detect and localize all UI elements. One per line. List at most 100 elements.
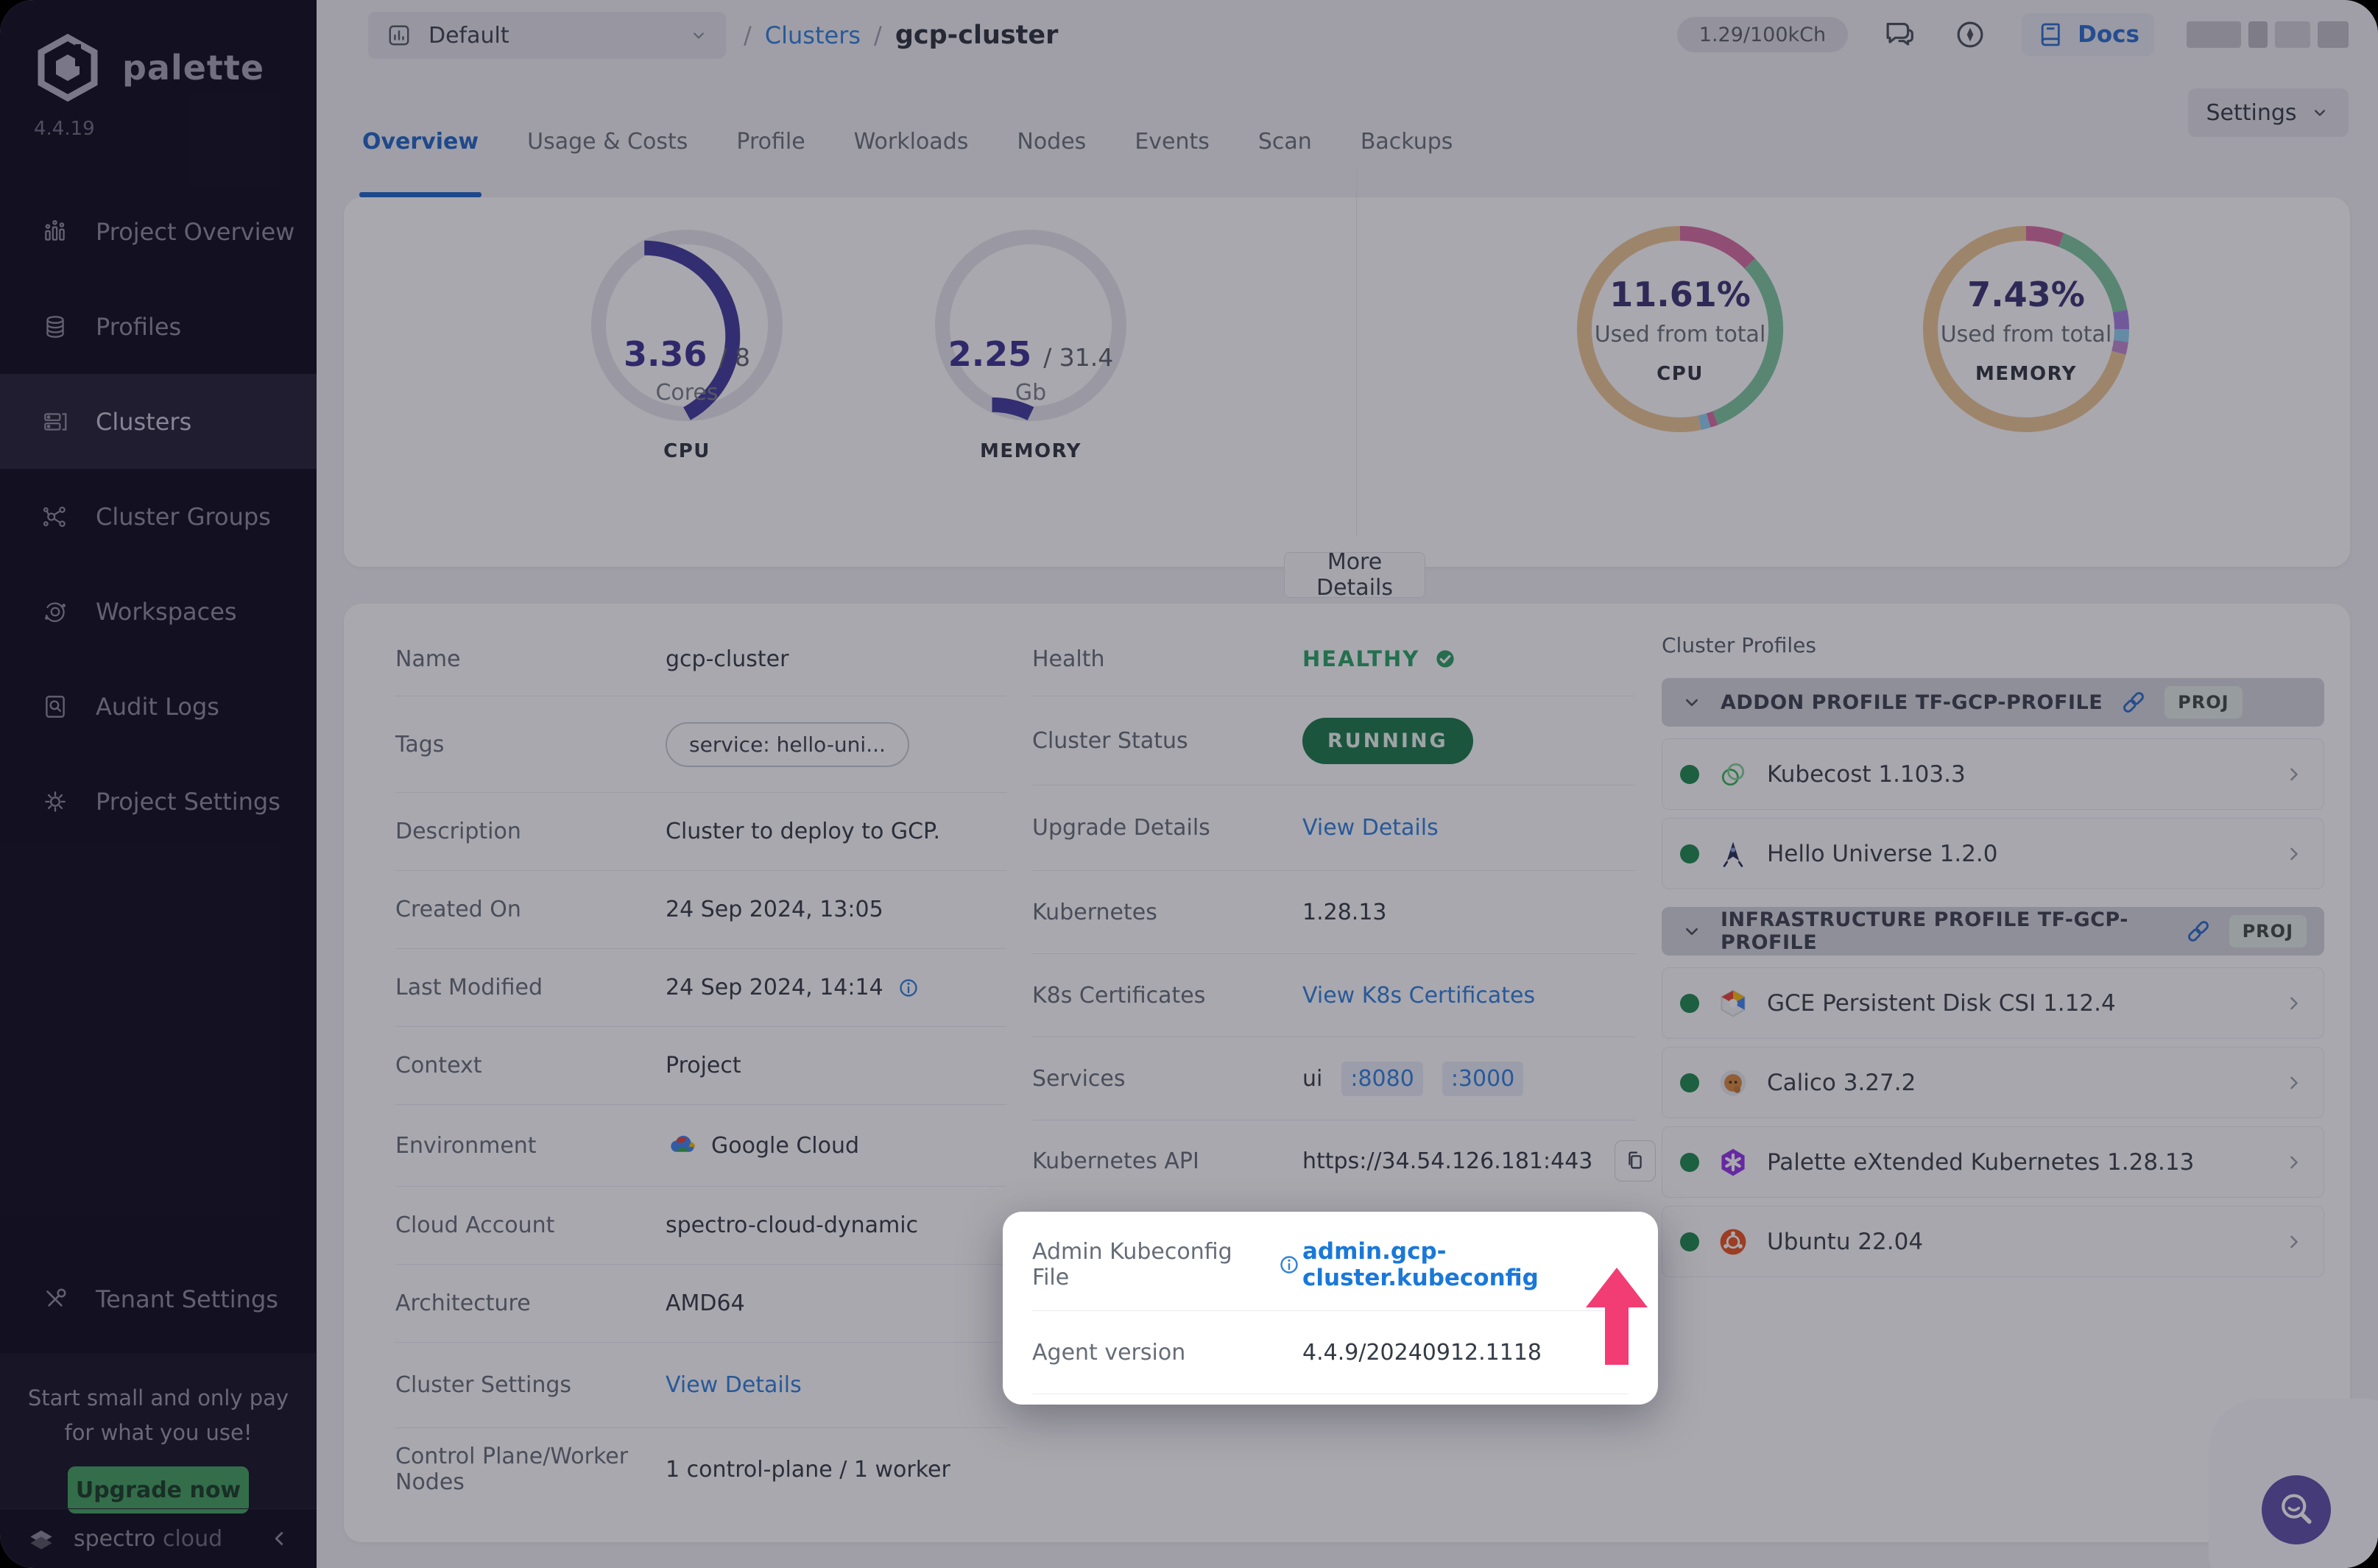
more-details-button[interactable]: More Details [1284, 552, 1425, 598]
workspaces-icon [41, 598, 69, 626]
copy-icon [1623, 1148, 1648, 1173]
tab-workloads[interactable]: Workloads [854, 85, 969, 197]
gauge-caption: MEMORY [928, 440, 1134, 462]
spectro-cloud-logo-icon [25, 1522, 57, 1555]
profile-pack-row[interactable]: GCE Persistent Disk CSI 1.12.4 [1662, 967, 2324, 1039]
book-icon [2036, 19, 2067, 50]
pxk-logo-icon [1717, 1146, 1749, 1179]
sidebar: palette 4.4.19 Project OverviewProfilesC… [0, 0, 317, 1568]
detail-label: Services [1032, 1066, 1302, 1092]
collapse-sidebar-icon[interactable] [267, 1526, 292, 1551]
detail-label: Last Modified [395, 975, 666, 1000]
sidebar-item-project-settings[interactable]: Project Settings [0, 754, 317, 849]
chat-icon[interactable] [1880, 15, 1919, 54]
profile-pack-row[interactable]: Ubuntu 22.04 [1662, 1206, 2324, 1277]
profile-pack-row[interactable]: Calico 3.27.2 [1662, 1047, 2324, 1118]
footer-brand: spectro cloud [74, 1526, 222, 1552]
proj-badge: PROJ [2229, 915, 2307, 947]
pack-status-dot [1680, 765, 1699, 784]
tag-chip: service: hello-uni... [666, 722, 909, 767]
detail-link[interactable]: View Details [1302, 815, 1439, 841]
left-row-environment: EnvironmentGoogle Cloud [395, 1105, 1006, 1187]
detail-label: Cloud Account [395, 1212, 666, 1238]
service-port-link[interactable]: :8080 [1341, 1062, 1422, 1096]
tab-profile[interactable]: Profile [736, 85, 805, 197]
breadcrumb-clusters-link[interactable]: Clusters [765, 21, 861, 49]
pack-status-dot [1680, 1232, 1699, 1251]
profile-group-header[interactable]: INFRASTRUCTURE PROFILE TF-GCP-PROFILE PRO… [1662, 907, 2324, 956]
audit-logs-icon [41, 693, 69, 721]
tab-nodes[interactable]: Nodes [1017, 85, 1086, 197]
sidebar-item-project-overview[interactable]: Project Overview [0, 184, 317, 279]
service-port-link[interactable]: :3000 [1442, 1062, 1523, 1096]
settings-button[interactable]: Settings [2188, 88, 2349, 137]
left-row-name: Namegcp-cluster [395, 622, 1006, 696]
breadcrumb-current: gcp-cluster [895, 21, 1059, 50]
user-menu-redacted[interactable] [2187, 21, 2349, 48]
sidebar-item-profiles[interactable]: Profiles [0, 279, 317, 374]
pack-name: Kubecost 1.103.3 [1767, 761, 2265, 788]
project-settings-icon [41, 788, 69, 816]
project-selector[interactable]: Default [368, 12, 726, 59]
tab-overview[interactable]: Overview [362, 85, 479, 197]
tab-events[interactable]: Events [1135, 85, 1210, 197]
detail-value: spectro-cloud-dynamic [666, 1212, 918, 1238]
sidebar-footer: spectro cloud [0, 1508, 317, 1568]
sidebar-item-workspaces[interactable]: Workspaces [0, 564, 317, 659]
detail-value: 1.28.13 [1302, 900, 1387, 925]
upgrade-promo: Start small and only pay for what you us… [0, 1353, 317, 1509]
gauge-caption: CPU [584, 440, 790, 462]
palette-logo-icon [32, 32, 103, 103]
tools-icon [41, 1285, 69, 1313]
detail-value: View K8s Certificates [1302, 983, 1535, 1009]
profile-pack-row[interactable]: Palette eXtended Kubernetes 1.28.13 [1662, 1126, 2324, 1198]
profile-group: INFRASTRUCTURE PROFILE TF-GCP-PROFILE PRO… [1662, 907, 2324, 1277]
chevron-right-icon [2282, 842, 2306, 866]
detail-value: 24 Sep 2024, 14:14 [666, 975, 922, 1001]
help-compass-icon[interactable] [1951, 15, 1989, 54]
profile-pack-row[interactable]: Hello Universe 1.2.0 [1662, 818, 2324, 889]
gauge-value: 2.25 / 31.4 [928, 334, 1134, 374]
detail-label: Kubernetes [1032, 900, 1302, 925]
tab-usage-costs[interactable]: Usage & Costs [527, 85, 688, 197]
left-row-tags: Tagsservice: hello-uni... [395, 696, 1006, 793]
sidebar-item-clusters[interactable]: Clusters [0, 374, 317, 469]
profile-pack-row[interactable]: Kubecost 1.103.3 [1662, 738, 2324, 810]
detail-link[interactable]: View K8s Certificates [1302, 983, 1535, 1009]
highlight-arrow-icon [1586, 1268, 1648, 1368]
profile-group-header[interactable]: ADDON PROFILE TF-GCP-PROFILEPROJ [1662, 678, 2324, 727]
detail-value: Project [666, 1053, 741, 1078]
tab-backups[interactable]: Backups [1361, 85, 1453, 197]
app-version: 4.4.19 [34, 118, 95, 140]
upgrade-now-button[interactable]: Upgrade now [68, 1466, 249, 1514]
kubeconfig-link[interactable]: admin.gcp-cluster.kubeconfig [1302, 1238, 1629, 1291]
sidebar-item-label: Cluster Groups [96, 503, 271, 531]
detail-label: Name [395, 646, 666, 672]
docs-button[interactable]: Docs [2022, 13, 2154, 56]
detail-label: Context [395, 1053, 666, 1078]
detail-value: service: hello-uni... [666, 722, 909, 767]
profile-group-title: INFRASTRUCTURE PROFILE TF-GCP-PROFILE [1721, 908, 2167, 954]
sidebar-item-audit-logs[interactable]: Audit Logs [0, 659, 317, 754]
info-icon[interactable] [895, 975, 922, 1001]
info-icon[interactable] [1276, 1251, 1302, 1278]
sidebar-item-cluster-groups[interactable]: Cluster Groups [0, 469, 317, 564]
detail-value: Cluster to deploy to GCP. [666, 819, 940, 844]
search-assistant-fab[interactable] [2262, 1475, 2331, 1544]
pack-status-dot [1680, 1153, 1699, 1172]
brand: palette [32, 32, 264, 103]
left-row-cluster-settings: Cluster SettingsView Details [395, 1343, 1006, 1428]
gauge-value: 3.36 / 8 [584, 334, 790, 374]
ubuntu-logo-icon [1717, 1226, 1749, 1258]
detail-value: Google Cloud [666, 1129, 859, 1162]
detail-link[interactable]: View Details [666, 1372, 802, 1398]
sidebar-item-tenant-settings[interactable]: Tenant Settings [0, 1251, 317, 1346]
donut-caption: CPU [1570, 363, 1790, 385]
tab-scan[interactable]: Scan [1258, 85, 1312, 197]
gauge-unit: Cores [584, 380, 790, 406]
copy-button[interactable] [1615, 1140, 1656, 1182]
sidebar-item-label: Project Overview [96, 218, 294, 246]
mid-row-health: HealthHEALTHY [1032, 622, 1636, 696]
cluster-groups-icon [41, 503, 69, 531]
topbar: Default / Clusters / gcp-cluster 1.29/10… [317, 0, 2378, 71]
